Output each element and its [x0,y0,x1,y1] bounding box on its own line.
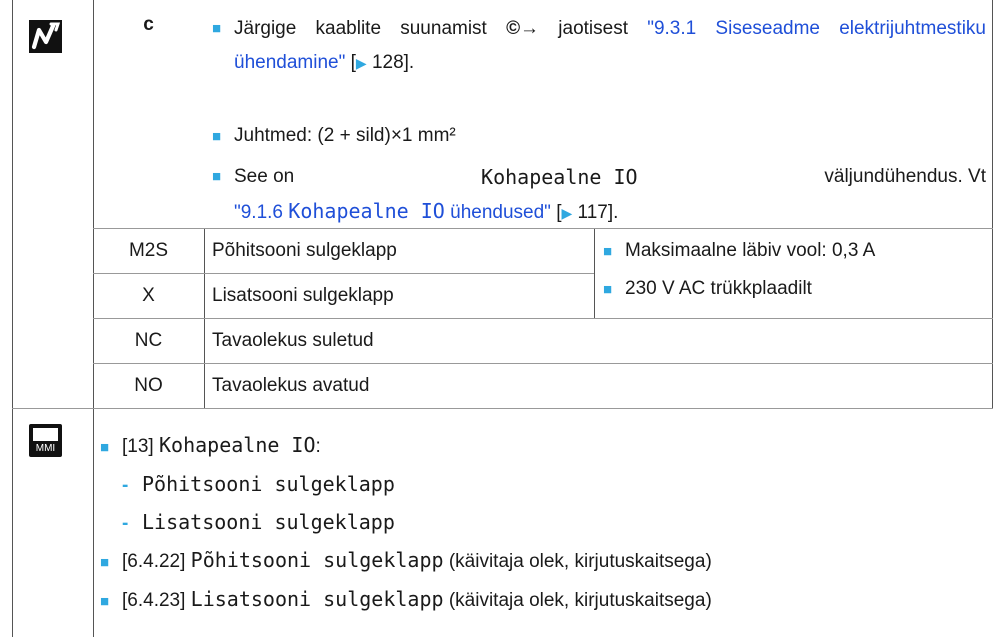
row-desc: Tavaolekus suletud [212,330,374,351]
page-ref[interactable]: [▶ 117]. [556,202,618,223]
dash-marker: - [122,475,129,496]
bullet-marker: ■ [100,554,110,571]
mono-text: Lisatsooni sulgeklapp [142,510,395,534]
text: jaotisest [558,18,628,39]
row-desc: Lisatsooni sulgeklapp [212,285,394,306]
bullet-marker: ■ [212,20,222,37]
list-item: ■ [13] Kohapealne IO: [100,427,990,466]
max-current: Maksimaalne läbiv vool: 0,3 A [625,240,876,261]
mono-text: Lisatsooni sulgeklapp [190,587,444,611]
wires-spec: Juhtmed: (2 + sild)×1 mm² [234,125,456,146]
page-ref-number: 128]. [371,52,415,73]
sub-item: - Lisatsooni sulgeklapp [100,504,990,542]
text: väljundühendus. Vt [824,166,986,187]
page-ref[interactable]: [▶ 128]. [351,52,415,73]
mono-text: Põhitsooni sulgeklapp [190,548,444,572]
text: See on [234,166,295,187]
row-divider [93,318,993,319]
row-divider [12,408,993,409]
bullet-marker: ■ [100,593,110,610]
bullet-marker: ■ [603,243,613,260]
row-desc: Tavaolekus avatud [212,375,370,396]
table-right-border [992,0,993,408]
section-link[interactable]: "9.1.6 Kohapealne IO ühendused" [234,199,551,223]
link-text: "9.1.6 [234,202,284,223]
text: : [315,436,321,457]
list-item: ■ See on Kohapealne IO väljundühendus. V… [212,160,987,230]
row-code: M2S [128,240,169,261]
row-code: X [142,285,155,306]
menu-path: [6.4.23] [122,590,186,611]
wiring-plug-icon [29,20,62,53]
mmi-screen-icon: MMI [29,424,62,457]
bullet-marker: ■ [212,168,222,185]
list-item: ■ [6.4.23] Lisatsooni sulgeklapp (käivita… [100,581,990,620]
list-item: ■ 230 V AC trükkplaadilt [603,278,988,300]
page-ref-arrow-icon: ▶ [561,205,573,221]
wiring-routing-bullet: ■ Järgige kaablite suunamist ©→ jaotises… [212,12,987,80]
list-item: ■ Maksimaalne läbiv vool: 0,3 A [603,240,988,262]
link-text: ühendused" [450,202,551,223]
mono-text: Põhitsooni sulgeklapp [142,472,395,496]
copyright-arrow-icon: ©→ [506,18,540,39]
supply-spec: 230 V AC trükkplaadilt [625,278,812,299]
list-item: ■ Juhtmed: (2 + sild)×1 mm² [212,125,987,147]
mono-text: Kohapealne IO [481,165,638,189]
code-c: c [143,14,154,35]
bullet-marker: ■ [212,128,222,145]
bullet-marker: ■ [603,281,613,298]
dash-marker: - [122,513,129,534]
list-item: ■ [6.4.22] Põhitsooni sulgeklapp (käivita… [100,542,990,581]
text: (käivitaja olek, kirjutuskaitsega) [448,551,712,572]
sub-item: - Põhitsooni sulgeklapp [100,466,990,504]
menu-path: [6.4.22] [122,551,186,572]
menu-path: [13] [122,436,154,457]
row-code: NO [134,375,163,396]
row-divider [93,363,993,364]
mono-text: Kohapealne IO [158,433,316,457]
column-divider [594,228,595,318]
table-left-border [12,0,13,637]
text: (käivitaja olek, kirjutuskaitsega) [448,590,712,611]
page-ref-number: 117]. [577,202,619,223]
list-item: ■ Järgige kaablite suunamist ©→ jaotises… [212,12,987,80]
text: Järgige kaablite suunamist [234,18,487,39]
row-desc: Põhitsooni sulgeklapp [212,240,397,261]
mmi-list: ■ [13] Kohapealne IO: - Põhitsooni sulgekl… [100,427,990,620]
link-mono-text: Kohapealne IO [288,199,445,223]
row-divider [93,273,594,274]
row-code: NC [134,330,163,351]
mmi-label: MMI [35,443,56,454]
page-ref-arrow-icon: ▶ [355,55,367,71]
bullet-marker: ■ [100,439,110,456]
